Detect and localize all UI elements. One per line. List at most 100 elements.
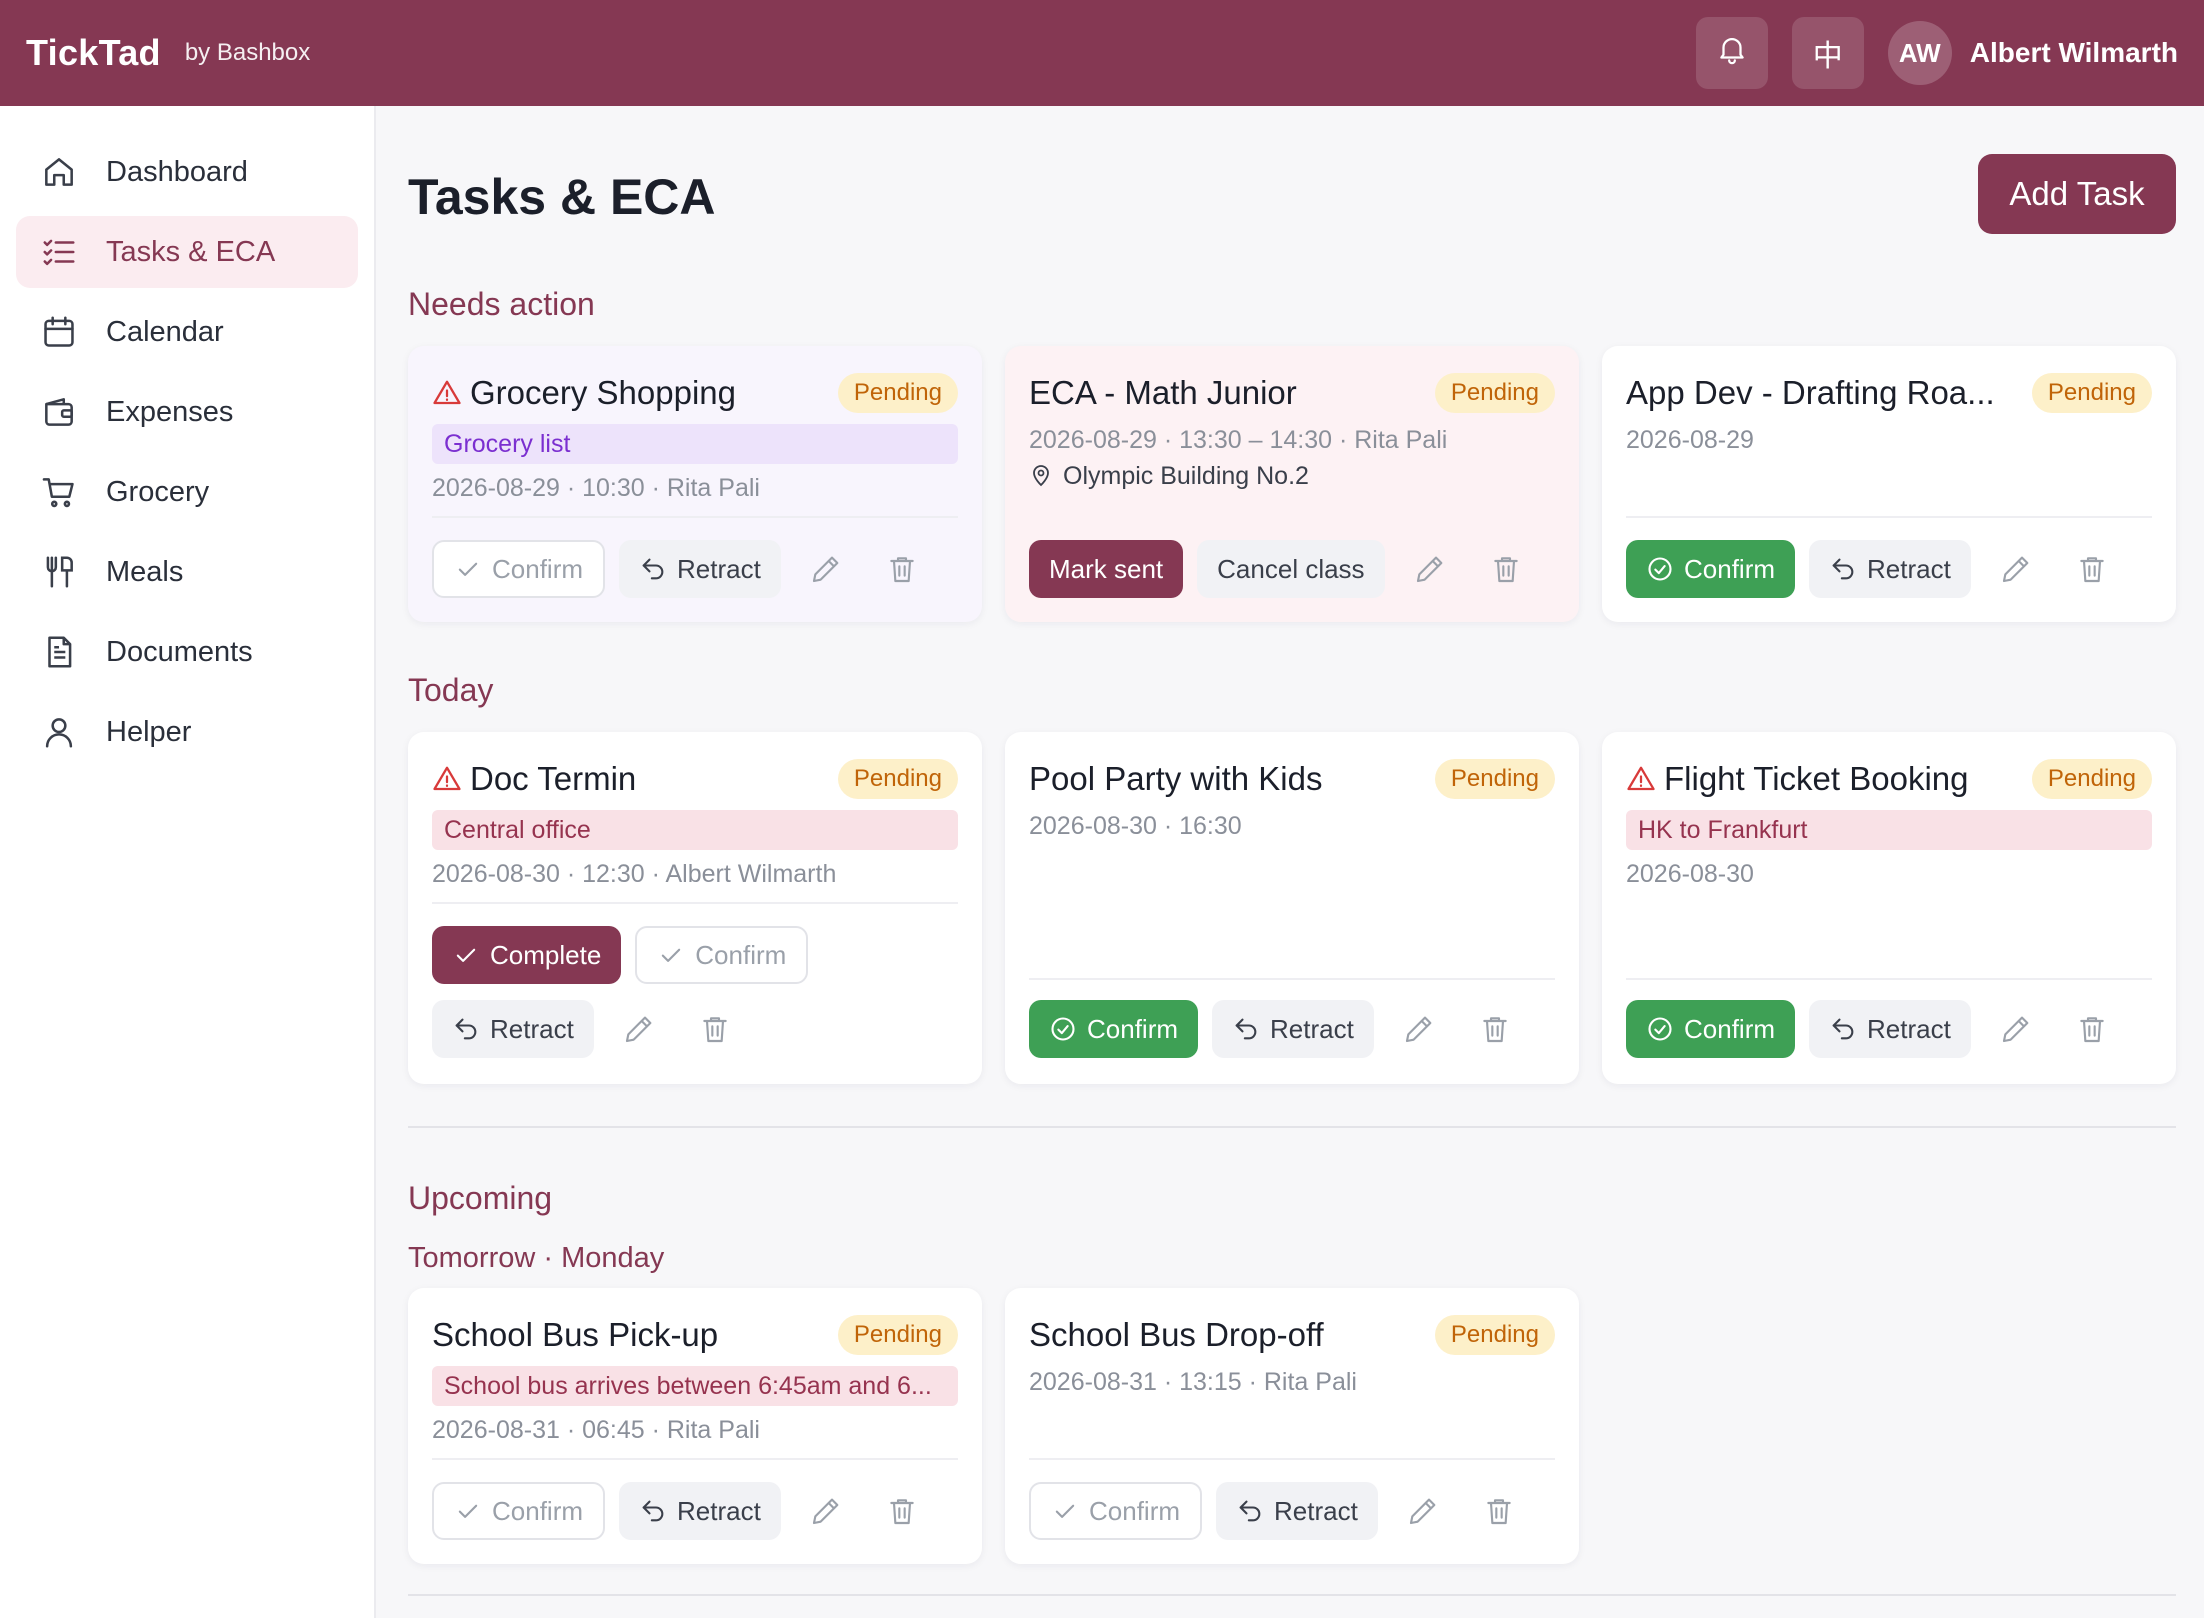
- sidebar-item-tasks[interactable]: Tasks & ECA: [16, 216, 358, 288]
- sidebar-item-label: Dashboard: [106, 155, 248, 188]
- edit-button[interactable]: [795, 1482, 857, 1540]
- retract-button[interactable]: Retract: [1212, 1000, 1374, 1058]
- sidebar-item-label: Grocery: [106, 475, 210, 508]
- delete-button[interactable]: [1475, 540, 1537, 598]
- sidebar-item-calendar[interactable]: Calendar: [16, 296, 358, 368]
- confirm-button[interactable]: Confirm: [1626, 540, 1796, 598]
- check-icon: [1055, 1504, 1075, 1518]
- sidebar-item-dashboard[interactable]: Dashboard: [16, 136, 358, 208]
- task-meta: 2026-08-30 · 12:30 · Albert Wilmarth: [432, 860, 837, 888]
- retract-button[interactable]: Retract: [1809, 540, 1971, 598]
- retract-button[interactable]: Retract: [1216, 1482, 1378, 1540]
- task-title[interactable]: Grocery Shopping: [470, 374, 826, 412]
- check-circle-icon: [1648, 557, 1672, 581]
- confirm-button[interactable]: Confirm: [432, 1482, 606, 1540]
- avatar[interactable]: AW: [1887, 21, 1952, 85]
- task-tag[interactable]: HK to Frankfurt: [1626, 810, 2152, 850]
- cancel-class-button[interactable]: Cancel class: [1197, 540, 1385, 598]
- brand-logo[interactable]: TickTad: [26, 32, 161, 74]
- retract-button[interactable]: Retract: [1809, 1000, 1971, 1058]
- task-meta: 2026-08-31 · 06:45 · Rita Pali: [432, 1416, 760, 1444]
- status-badge: Pending: [837, 1315, 958, 1355]
- trash-icon: [2080, 1017, 2104, 1043]
- card-divider: [432, 1458, 958, 1460]
- confirm-label: Confirm: [1087, 1013, 1179, 1044]
- card-actions: Confirm Retract: [1626, 540, 2137, 598]
- edit-button[interactable]: [1399, 540, 1461, 598]
- sidebar-item-label: Tasks & ECA: [106, 235, 276, 268]
- task-title[interactable]: School Bus Drop-off: [1029, 1316, 1423, 1354]
- card-actions: Confirm Retract: [1029, 1000, 1540, 1058]
- sidebar-item-expenses[interactable]: Expenses: [16, 376, 358, 448]
- edit-button[interactable]: [1392, 1482, 1454, 1540]
- edit-button[interactable]: [1985, 540, 2047, 598]
- task-title[interactable]: Doc Termin: [470, 760, 826, 798]
- confirm-button[interactable]: Confirm: [1029, 1482, 1203, 1540]
- task-tag[interactable]: School bus arrives between 6:45am and 6.…: [432, 1366, 958, 1406]
- confirm-button[interactable]: Confirm: [432, 540, 606, 598]
- section-title-upcoming: Upcoming: [408, 1180, 553, 1216]
- edit-button[interactable]: [1388, 1000, 1450, 1058]
- mark-sent-label: Mark sent: [1049, 553, 1164, 584]
- task-title[interactable]: School Bus Pick-up: [432, 1316, 826, 1354]
- undo-icon: [455, 1018, 477, 1040]
- bell-icon: [1715, 32, 1749, 74]
- sidebar-item-label: Expenses: [106, 395, 234, 428]
- undo-icon: [642, 1500, 664, 1522]
- delete-button[interactable]: [2061, 1000, 2123, 1058]
- location-text: Olympic Building No.2: [1063, 462, 1309, 490]
- status-badge: Pending: [1434, 759, 1555, 799]
- edit-button[interactable]: [1985, 1000, 2047, 1058]
- sidebar-item-grocery[interactable]: Grocery: [16, 456, 358, 528]
- status-badge: Pending: [1434, 373, 1555, 413]
- task-title[interactable]: App Dev - Drafting Roa...: [1626, 374, 2020, 412]
- trash-icon: [1483, 1017, 1507, 1043]
- delete-button[interactable]: [871, 1482, 933, 1540]
- task-tag[interactable]: Grocery list: [432, 424, 958, 464]
- retract-button[interactable]: Retract: [432, 1000, 594, 1058]
- retract-label: Retract: [1274, 1495, 1358, 1526]
- sidebar-item-helper[interactable]: Helper: [16, 696, 358, 768]
- section-divider: [408, 1126, 2176, 1128]
- retract-button[interactable]: Retract: [619, 1482, 781, 1540]
- delete-button[interactable]: [684, 1000, 746, 1058]
- card-actions: Mark sent Cancel class: [1029, 540, 1551, 598]
- task-title[interactable]: Flight Ticket Booking: [1664, 760, 2020, 798]
- sidebar-item-meals[interactable]: Meals: [16, 536, 358, 608]
- retract-button[interactable]: Retract: [619, 540, 781, 598]
- add-task-button[interactable]: Add Task: [1978, 154, 2176, 234]
- pencil-icon: [1409, 1498, 1436, 1525]
- check-circle-icon: [1648, 1017, 1672, 1041]
- sidebar-item-documents[interactable]: Documents: [16, 616, 358, 688]
- delete-button[interactable]: [1464, 1000, 1526, 1058]
- task-card-app-dev: App Dev - Drafting Roa... Pending 2026-0…: [1602, 346, 2176, 622]
- task-card-grocery-shopping: Grocery Shopping Pending Grocery list 20…: [408, 346, 982, 622]
- language-toggle-button[interactable]: 中: [1791, 17, 1864, 89]
- confirm-button[interactable]: Confirm: [1029, 1000, 1199, 1058]
- notifications-button[interactable]: [1695, 17, 1768, 89]
- sidebar: Dashboard Tasks & ECA Calendar Expenses …: [0, 106, 376, 1618]
- delete-button[interactable]: [2061, 540, 2123, 598]
- home-icon: [40, 153, 78, 191]
- page-title: Tasks & ECA: [408, 169, 716, 225]
- mark-sent-button[interactable]: Mark sent: [1029, 540, 1184, 598]
- confirm-label: Confirm: [492, 1495, 584, 1526]
- check-icon: [458, 562, 478, 576]
- sidebar-item-label: Helper: [106, 715, 192, 748]
- delete-button[interactable]: [1468, 1482, 1530, 1540]
- task-title[interactable]: ECA - Math Junior: [1029, 374, 1423, 412]
- retract-label: Retract: [677, 1495, 761, 1526]
- confirm-button[interactable]: Confirm: [1626, 1000, 1796, 1058]
- task-card-doc-termin: Doc Termin Pending Central office 2026-0…: [408, 732, 982, 1084]
- delete-button[interactable]: [871, 540, 933, 598]
- edit-button[interactable]: [795, 540, 857, 598]
- task-card-eca-math-junior: ECA - Math Junior Pending 2026-08-29 · 1…: [1005, 346, 1579, 622]
- task-title[interactable]: Pool Party with Kids: [1029, 760, 1423, 798]
- task-meta: 2026-08-29 · 13:30 – 14:30 · Rita Pali: [1029, 426, 1448, 454]
- user-name[interactable]: Albert Wilmarth: [1970, 37, 2178, 69]
- edit-button[interactable]: [608, 1000, 670, 1058]
- task-tag[interactable]: Central office: [432, 810, 958, 850]
- complete-button[interactable]: Complete: [432, 926, 622, 984]
- confirm-button[interactable]: Confirm: [635, 926, 809, 984]
- language-label: 中: [1812, 40, 1843, 73]
